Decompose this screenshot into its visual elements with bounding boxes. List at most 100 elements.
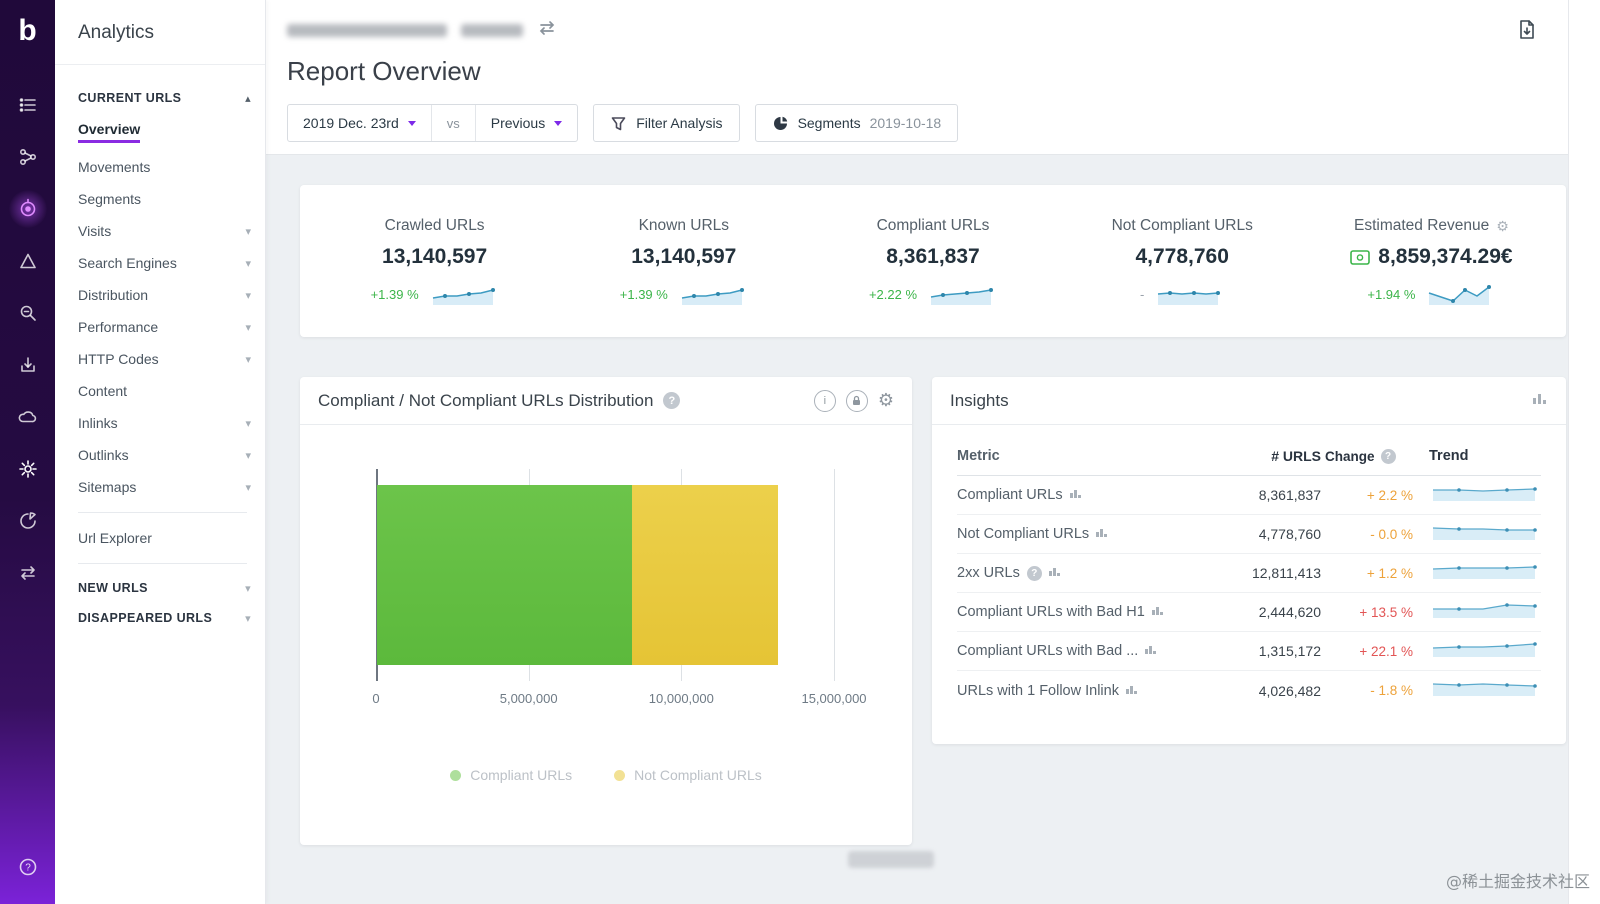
partially-visible-element — [848, 851, 934, 868]
list-icon[interactable] — [9, 86, 47, 124]
trend-sparkline — [1432, 641, 1537, 657]
bar-segment-not-compliant[interactable] — [632, 485, 779, 665]
sidebar-item-search-engines[interactable]: Search Engines ▾ — [55, 247, 265, 279]
sidebar-item-sitemaps[interactable]: Sitemaps ▾ — [55, 471, 265, 503]
insights-panel-header: Insights — [932, 377, 1566, 425]
bar-segment-compliant[interactable] — [377, 485, 633, 665]
distribution-panel-header: Compliant / Not Compliant URLs Distribut… — [300, 377, 912, 425]
kpi-label: Crawled URLs — [384, 217, 485, 234]
filter-analysis-button[interactable]: Filter Analysis — [593, 104, 740, 142]
botify-logo[interactable]: b — [0, 0, 55, 62]
sidebar-item-outlinks[interactable]: Outlinks ▾ — [55, 439, 265, 471]
insights-row-not-compliant[interactable]: Not Compliant URLs 4,778,760 - 0.0 % — [957, 515, 1541, 554]
insights-row-compliant[interactable]: Compliant URLs 8,361,837 + 2.2 % — [957, 476, 1541, 515]
sidebar-item-overview[interactable]: Overview — [55, 113, 265, 151]
legend-compliant[interactable]: Compliant URLs — [450, 767, 572, 783]
sidebar-item-performance[interactable]: Performance ▾ — [55, 311, 265, 343]
sidebar-item-distribution[interactable]: Distribution ▾ — [55, 279, 265, 311]
segment-chart-icon[interactable] — [1096, 526, 1109, 542]
distribution-chart: 0 5,000,000 10,000,000 15,000,000 — [300, 425, 912, 711]
project-name-redacted — [287, 23, 447, 37]
cloud-icon[interactable] — [9, 398, 47, 436]
kpi-change: +1.94 % — [1367, 286, 1416, 302]
add-chart-icon[interactable] — [1532, 391, 1548, 410]
log-analyzer-icon[interactable] — [9, 294, 47, 332]
help-tooltip-icon[interactable]: ? — [1380, 448, 1396, 464]
analytics-icon[interactable] — [8, 190, 47, 228]
kpi-value: 13,140,597 — [631, 245, 737, 268]
segments-button[interactable]: Segments 2019-10-18 — [754, 104, 959, 142]
chart-settings-gear-icon[interactable]: ⚙ — [878, 390, 894, 411]
insights-row-follow-inlink[interactable]: URLs with 1 Follow Inlink 4,026,482 - 1.… — [957, 671, 1541, 710]
insights-row-2xx-urls[interactable]: 2xx URLs ? 12,811,413 + 1.2 % — [957, 554, 1541, 593]
export-icon[interactable] — [9, 346, 47, 384]
sidebar-item-movements[interactable]: Movements — [55, 151, 265, 183]
section-label: CURRENT URLS — [78, 91, 182, 105]
kpi-change: +1.39 % — [370, 286, 419, 302]
kpi-value: 13,140,597 — [382, 245, 488, 268]
movements-icon[interactable] — [9, 138, 47, 176]
chevron-down-icon: ▾ — [245, 289, 251, 302]
col-metric: Metric — [957, 448, 1000, 464]
legend-not-compliant[interactable]: Not Compliant URLs — [614, 767, 762, 783]
app: b ? Analytics CURRENT URLS ▴ Overview Mo… — [0, 0, 1600, 904]
kpi-estimated-revenue: Estimated Revenue ⚙ 8,859,374.29€ +1.94 … — [1307, 217, 1556, 307]
insights-title: Insights — [950, 390, 1009, 410]
section-disappeared-urls[interactable]: DISAPPEARED URLS ▾ — [55, 603, 265, 633]
help-icon[interactable]: ? — [9, 848, 47, 886]
segment-chart-icon[interactable] — [1069, 487, 1083, 503]
trend-sparkline — [1432, 683, 1537, 696]
section-new-urls[interactable]: NEW URLS ▾ — [55, 573, 265, 603]
scrollbar-gutter[interactable] — [1568, 0, 1600, 904]
kpi-value: 8,361,837 — [886, 245, 980, 268]
funnel-icon — [611, 116, 626, 130]
kpi-label: Not Compliant URLs — [1111, 217, 1253, 234]
main-area: Report Overview 2019 Dec. 23rd vs Previo… — [266, 0, 1600, 904]
kpi-value: 4,778,760 — [1135, 245, 1229, 268]
insights-row-bad-h1[interactable]: Compliant URLs with Bad H1 2,444,620 + 1… — [957, 593, 1541, 632]
chevron-up-icon: ▴ — [245, 92, 251, 105]
sparkline — [930, 288, 994, 305]
help-tooltip-icon[interactable]: ? — [1026, 565, 1042, 581]
divider — [78, 563, 247, 564]
tick-label: 0 — [372, 691, 380, 706]
segment-chart-icon[interactable] — [1151, 604, 1165, 620]
trend-sparkline — [1432, 564, 1537, 579]
segments-pie-icon[interactable] — [9, 502, 47, 540]
trend-sparkline — [1433, 486, 1537, 501]
export-report-icon[interactable] — [1516, 18, 1538, 45]
tick-label: 5,000,000 — [499, 691, 558, 706]
insights-row-bad-description[interactable]: Compliant URLs with Bad ... 1,315,172 + … — [957, 632, 1541, 671]
swap-icon[interactable] — [9, 554, 47, 592]
info-icon[interactable]: i — [813, 389, 836, 412]
segment-chart-icon[interactable] — [1048, 565, 1062, 581]
chevron-down-icon: ▾ — [245, 257, 251, 270]
sidebar-item-inlinks[interactable]: Inlinks ▾ — [55, 407, 265, 439]
help-tooltip-icon[interactable]: ? — [663, 392, 681, 409]
kpi-label: Compliant URLs — [876, 217, 990, 234]
kpi-label: Estimated Revenue ⚙ — [1353, 217, 1509, 235]
switch-analysis-icon[interactable] — [537, 19, 557, 42]
icon-rail: b ? — [0, 0, 55, 904]
date-selector[interactable]: 2019 Dec. 23rd — [288, 105, 431, 141]
compare-selector[interactable]: Previous — [476, 105, 577, 141]
sidebar-item-content[interactable]: Content — [55, 375, 265, 407]
delta-icon[interactable] — [9, 242, 47, 280]
sidebar-item-url-explorer[interactable]: Url Explorer — [55, 522, 265, 554]
sidebar-item-visits[interactable]: Visits ▾ — [55, 215, 265, 247]
stacked-bar — [377, 485, 835, 665]
col-urls: # URLS — [1271, 448, 1321, 464]
segment-chart-icon[interactable] — [1125, 683, 1139, 699]
section-current-urls[interactable]: CURRENT URLS ▴ — [55, 83, 265, 113]
lock-icon[interactable] — [845, 389, 868, 412]
sparkline — [1429, 285, 1492, 305]
segment-chart-icon[interactable] — [1145, 643, 1158, 659]
divider — [78, 512, 247, 513]
sidebar-item-segments[interactable]: Segments — [55, 183, 265, 215]
gear-icon[interactable]: ⚙ — [1496, 218, 1509, 235]
col-trend: Trend — [1429, 448, 1469, 464]
chevron-down-icon: ▾ — [245, 582, 251, 595]
settings-gear-icon[interactable] — [9, 450, 47, 488]
sidebar-item-http-codes[interactable]: HTTP Codes ▾ — [55, 343, 265, 375]
chevron-down-icon: ▾ — [245, 481, 251, 494]
